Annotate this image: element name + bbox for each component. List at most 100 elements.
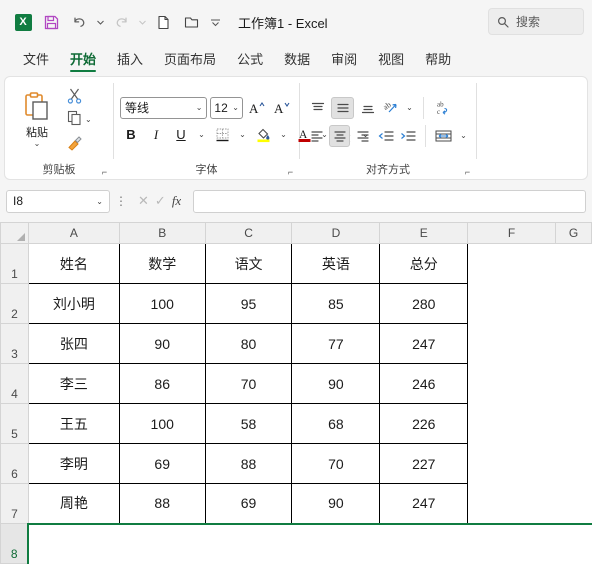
cell-a8[interactable] xyxy=(27,522,120,564)
cell-b4[interactable]: 86 xyxy=(118,363,206,404)
wrap-text-button[interactable]: ab c xyxy=(431,97,457,119)
font-name-combobox[interactable]: 等线 ⌄ xyxy=(120,96,208,119)
cell-f7[interactable] xyxy=(467,483,557,524)
font-name-dropdown-icon[interactable]: ⌄ xyxy=(196,103,203,112)
copy-dropdown-icon[interactable]: ⌄ xyxy=(85,115,92,124)
cell-f3[interactable] xyxy=(467,323,557,364)
row-header-4[interactable]: 4 xyxy=(0,363,29,404)
cell-d7[interactable]: 90 xyxy=(291,483,381,524)
clipboard-dialog-launcher-icon[interactable]: ⌐ xyxy=(100,168,109,177)
undo-icon[interactable] xyxy=(66,9,92,35)
column-header-g[interactable]: G xyxy=(555,222,592,244)
cell-a7[interactable]: 周艳 xyxy=(27,483,120,524)
row-header-7[interactable]: 7 xyxy=(0,483,29,524)
font-size-dropdown-icon[interactable]: ⌄ xyxy=(232,103,239,112)
cell-f4[interactable] xyxy=(467,363,557,404)
cell-e1[interactable]: 总分 xyxy=(379,243,469,284)
font-size-combobox[interactable]: 12 ⌄ xyxy=(210,96,243,119)
cell-a3[interactable]: 张四 xyxy=(27,323,120,364)
cell-e3[interactable]: 247 xyxy=(379,323,469,364)
cell-g6[interactable] xyxy=(555,443,592,484)
column-header-b[interactable]: B xyxy=(118,222,206,244)
cell-c6[interactable]: 88 xyxy=(204,443,293,484)
bold-button[interactable]: B xyxy=(120,124,142,146)
increase-font-size-button[interactable]: A xyxy=(246,97,268,119)
cell-a2[interactable]: 刘小明 xyxy=(27,283,120,324)
search-box[interactable]: 搜索 xyxy=(488,8,584,35)
cell-a1[interactable]: 姓名 xyxy=(27,243,120,284)
cell-d5[interactable]: 68 xyxy=(291,403,381,444)
row-header-6[interactable]: 6 xyxy=(0,443,29,484)
paste-dropdown-icon[interactable]: ⌄ xyxy=(34,140,41,148)
fill-color-dropdown-icon[interactable]: ⌄ xyxy=(277,124,290,146)
cell-d8[interactable] xyxy=(291,522,381,564)
tab-formulas[interactable]: 公式 xyxy=(228,46,272,74)
cut-button[interactable] xyxy=(66,85,92,106)
tab-help[interactable]: 帮助 xyxy=(416,46,460,74)
row-header-1[interactable]: 1 xyxy=(0,243,29,284)
alignment-dialog-launcher-icon[interactable]: ⌐ xyxy=(463,168,472,177)
column-header-e[interactable]: E xyxy=(379,222,469,244)
cell-b1[interactable]: 数学 xyxy=(118,243,206,284)
cell-e7[interactable]: 247 xyxy=(379,483,469,524)
cell-f5[interactable] xyxy=(467,403,557,444)
copy-button[interactable] xyxy=(66,109,83,131)
cell-f6[interactable] xyxy=(467,443,557,484)
row-header-2[interactable]: 2 xyxy=(0,283,29,324)
cell-c8[interactable] xyxy=(204,522,293,564)
row-header-8[interactable]: 8 xyxy=(0,523,30,564)
name-box-dropdown-icon[interactable]: ⌄ xyxy=(96,197,103,206)
undo-dropdown-icon[interactable] xyxy=(94,9,106,35)
cell-c1[interactable]: 语文 xyxy=(204,243,293,284)
enter-icon[interactable]: ✓ xyxy=(155,193,166,209)
tab-home[interactable]: 开始 xyxy=(61,46,105,74)
borders-dropdown-icon[interactable]: ⌄ xyxy=(236,124,249,146)
decrease-indent-button[interactable] xyxy=(376,125,396,147)
cell-d4[interactable]: 90 xyxy=(291,363,381,404)
increase-indent-button[interactable] xyxy=(398,125,418,147)
cell-b2[interactable]: 100 xyxy=(118,283,206,324)
open-file-icon[interactable] xyxy=(178,9,204,35)
cell-c2[interactable]: 95 xyxy=(204,283,293,324)
fill-color-button[interactable] xyxy=(252,124,274,146)
cell-b3[interactable]: 90 xyxy=(118,323,206,364)
cell-b6[interactable]: 69 xyxy=(118,443,206,484)
name-box[interactable]: I8 ⌄ xyxy=(6,189,110,213)
cell-g8[interactable] xyxy=(555,522,592,564)
row-header-5[interactable]: 5 xyxy=(0,403,29,444)
cell-c5[interactable]: 58 xyxy=(204,403,293,444)
align-right-button[interactable] xyxy=(352,125,373,147)
cell-c7[interactable]: 69 xyxy=(204,483,293,524)
italic-button[interactable]: I xyxy=(145,124,167,146)
customize-qat-icon[interactable] xyxy=(206,9,224,35)
font-dialog-launcher-icon[interactable]: ⌐ xyxy=(286,168,295,177)
cell-g7[interactable] xyxy=(555,483,592,524)
select-all-corner[interactable] xyxy=(0,222,29,244)
tab-review[interactable]: 审阅 xyxy=(322,46,366,74)
cell-d3[interactable]: 77 xyxy=(291,323,381,364)
underline-button[interactable]: U xyxy=(170,124,192,146)
tab-data[interactable]: 数据 xyxy=(275,46,319,74)
cell-g3[interactable] xyxy=(555,323,592,364)
decrease-font-size-button[interactable]: A xyxy=(271,97,293,119)
cell-c3[interactable]: 80 xyxy=(204,323,293,364)
cell-d6[interactable]: 70 xyxy=(291,443,381,484)
paste-button[interactable]: 粘贴 ⌄ xyxy=(11,91,63,148)
cell-g5[interactable] xyxy=(555,403,592,444)
cell-c4[interactable]: 70 xyxy=(204,363,293,404)
underline-dropdown-icon[interactable]: ⌄ xyxy=(195,124,208,146)
orientation-button[interactable]: ab xyxy=(381,97,401,119)
cell-b7[interactable]: 88 xyxy=(118,483,206,524)
tab-page-layout[interactable]: 页面布局 xyxy=(155,46,225,74)
cell-g2[interactable] xyxy=(555,283,592,324)
column-header-a[interactable]: A xyxy=(27,222,120,244)
cell-f2[interactable] xyxy=(467,283,557,324)
align-middle-button[interactable] xyxy=(331,96,354,119)
align-left-button[interactable] xyxy=(306,125,327,147)
align-center-button[interactable] xyxy=(329,124,351,147)
column-header-d[interactable]: D xyxy=(291,222,381,244)
cell-b5[interactable]: 100 xyxy=(118,403,206,444)
cell-a6[interactable]: 李明 xyxy=(27,443,120,484)
cell-d2[interactable]: 85 xyxy=(291,283,381,324)
orientation-dropdown-icon[interactable]: ⌄ xyxy=(403,97,416,119)
